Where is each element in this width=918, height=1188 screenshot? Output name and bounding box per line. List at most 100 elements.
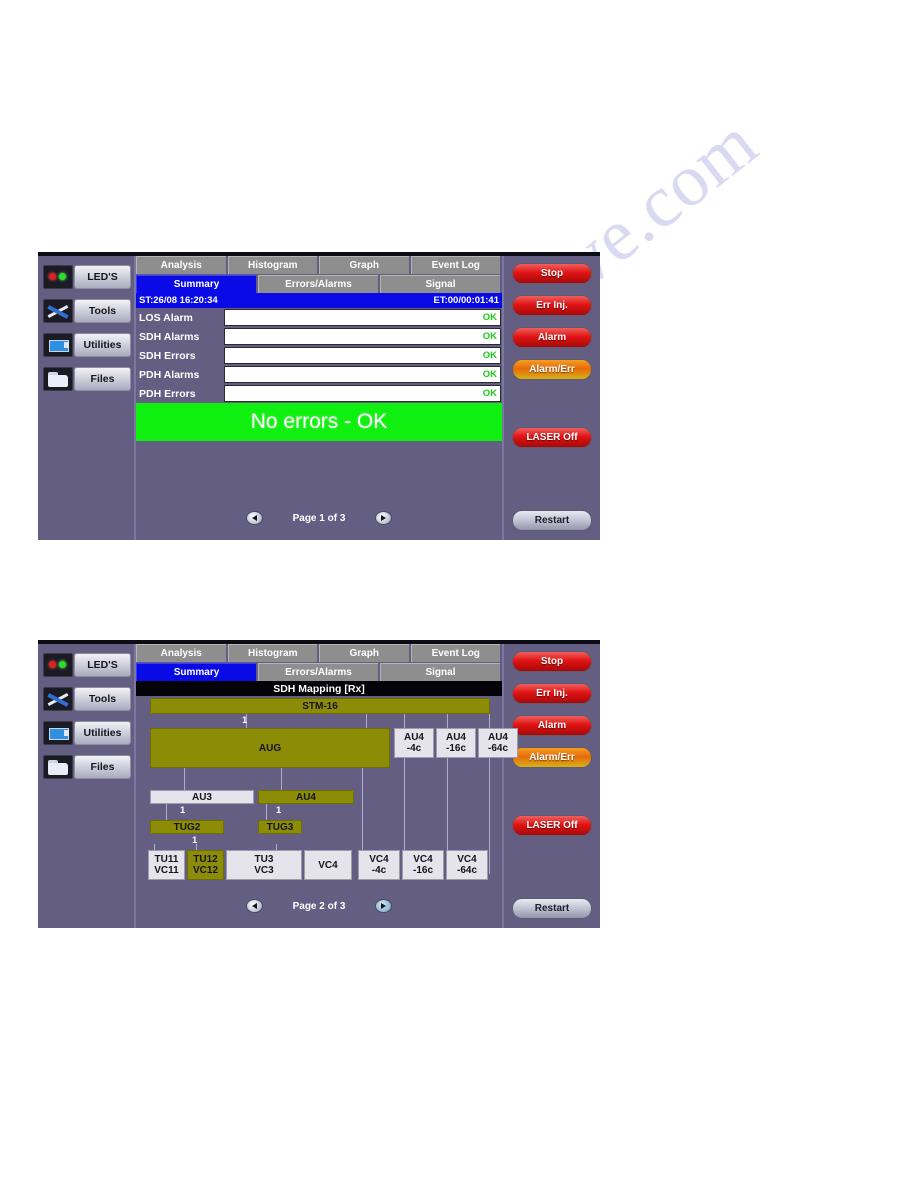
- tab-graph[interactable]: Graph: [319, 256, 409, 274]
- tab-histogram[interactable]: Histogram: [227, 644, 317, 662]
- status-badge: OK: [482, 350, 497, 361]
- prev-page-button[interactable]: [245, 899, 263, 913]
- main-content-page1: Analysis Histogram Graph Event Log Summa…: [136, 256, 502, 540]
- tab-analysis[interactable]: Analysis: [136, 644, 226, 662]
- tab-errors-alarms[interactable]: Errors/Alarms: [258, 275, 378, 293]
- err-inj-button[interactable]: Err Inj.: [512, 295, 592, 316]
- multiplier-label: 1: [180, 805, 186, 816]
- utilities-icon: [43, 721, 73, 745]
- sidebar-item-label: Utilities: [74, 333, 131, 357]
- table-row: PDH Alarms OK: [136, 365, 502, 384]
- mapping-block-stm[interactable]: STM-16: [150, 698, 490, 714]
- mapping-block-tug2[interactable]: TUG2: [150, 820, 224, 834]
- tab-summary[interactable]: Summary: [136, 275, 256, 293]
- multiplier-label: 1: [242, 715, 248, 726]
- mapping-block-tu11-vc11[interactable]: TU11 VC11: [148, 850, 185, 880]
- alarm-button[interactable]: Alarm: [512, 715, 592, 736]
- mapping-block-tu3-vc3[interactable]: TU3 VC3: [226, 850, 302, 880]
- folder-icon: [43, 367, 73, 391]
- mapping-block-au4-4c[interactable]: AU4 -4c: [394, 728, 434, 758]
- device-screenshot-page1: LED'S Tools Utilities Files Analysis His…: [38, 252, 600, 540]
- next-page-button[interactable]: [375, 899, 393, 913]
- table-row: SDH Alarms OK: [136, 327, 502, 346]
- overall-status-banner: No errors - OK: [136, 403, 502, 441]
- tab-summary[interactable]: Summary: [136, 663, 256, 681]
- sidebar-item-files[interactable]: Files: [43, 366, 131, 392]
- sidebar-item-label: Files: [74, 755, 131, 779]
- timing-status-bar: ST:26/08 16:20:34 ET:00/00:01:41: [136, 293, 502, 308]
- sidebar-item-label: Utilities: [74, 721, 131, 745]
- sidebar-item-tools[interactable]: Tools: [43, 298, 131, 324]
- restart-button[interactable]: Restart: [512, 898, 592, 919]
- action-button-panel-page1: Stop Err Inj. Alarm Alarm/Err LASER Off …: [502, 256, 600, 540]
- row-label: SDH Alarms: [139, 330, 200, 343]
- stop-button[interactable]: Stop: [512, 263, 592, 284]
- row-value-field[interactable]: OK: [224, 347, 501, 364]
- utilities-icon: [43, 333, 73, 357]
- mapping-block-aug[interactable]: AUG: [150, 728, 390, 768]
- mapping-block-tu12-vc12[interactable]: TU12 VC12: [187, 850, 224, 880]
- row-label: SDH Errors: [139, 349, 196, 362]
- row-value-field[interactable]: OK: [224, 366, 501, 383]
- alarm-err-button[interactable]: Alarm/Err: [512, 747, 592, 768]
- sidebar-item-tools[interactable]: Tools: [43, 686, 131, 712]
- tab-graph[interactable]: Graph: [319, 644, 409, 662]
- tab-event-log[interactable]: Event Log: [410, 644, 500, 662]
- sidebar-item-label: LED'S: [74, 265, 131, 289]
- tab-signal[interactable]: Signal: [380, 275, 500, 293]
- laser-off-button[interactable]: LASER Off: [512, 427, 592, 448]
- sidebar-item-files[interactable]: Files: [43, 754, 131, 780]
- elapsed-time: ET:00/00:01:41: [433, 295, 499, 306]
- table-row: SDH Errors OK: [136, 346, 502, 365]
- status-badge: OK: [482, 388, 497, 399]
- next-page-button[interactable]: [375, 511, 393, 525]
- alarm-err-button[interactable]: Alarm/Err: [512, 359, 592, 380]
- prev-page-button[interactable]: [245, 511, 263, 525]
- page-navigation-page1: Page 1 of 3: [136, 496, 502, 540]
- laser-off-button[interactable]: LASER Off: [512, 815, 592, 836]
- mapping-block-au3[interactable]: AU3: [150, 790, 254, 804]
- sdh-mapping-diagram: STM-16 1 AUG AU4 -4c AU4 -16c AU4 -64c A…: [136, 696, 518, 884]
- stop-button[interactable]: Stop: [512, 651, 592, 672]
- page-indicator: Page 2 of 3: [292, 900, 346, 912]
- led-indicator-icon: [43, 265, 73, 289]
- mapping-block-tug3[interactable]: TUG3: [258, 820, 302, 834]
- sidebar-item-label: Files: [74, 367, 131, 391]
- mapping-block-au4-16c[interactable]: AU4 -16c: [436, 728, 476, 758]
- sub-tab-row: Summary Errors/Alarms Signal: [136, 275, 502, 293]
- tools-icon: [43, 687, 73, 711]
- tab-errors-alarms[interactable]: Errors/Alarms: [258, 663, 378, 681]
- row-value-field[interactable]: OK: [224, 385, 501, 402]
- multiplier-label: 1: [192, 835, 198, 846]
- row-label: PDH Alarms: [139, 368, 200, 381]
- sidebar-item-utilities[interactable]: Utilities: [43, 332, 131, 358]
- page-indicator: Page 1 of 3: [292, 512, 346, 524]
- row-value-field[interactable]: OK: [224, 309, 501, 326]
- sidebar-panel1: LED'S Tools Utilities Files: [38, 256, 136, 540]
- main-content-page2: Analysis Histogram Graph Event Log Summa…: [136, 644, 518, 928]
- sidebar-item-leds[interactable]: LED'S: [43, 264, 131, 290]
- mapping-block-vc4-16c[interactable]: VC4 -16c: [402, 850, 444, 880]
- restart-button[interactable]: Restart: [512, 510, 592, 531]
- tab-histogram[interactable]: Histogram: [227, 256, 317, 274]
- sidebar-item-utilities[interactable]: Utilities: [43, 720, 131, 746]
- tab-event-log[interactable]: Event Log: [410, 256, 500, 274]
- mapping-block-vc4-4c[interactable]: VC4 -4c: [358, 850, 400, 880]
- mapping-block-au4-64c[interactable]: AU4 -64c: [478, 728, 518, 758]
- sidebar-item-leds[interactable]: LED'S: [43, 652, 131, 678]
- mapping-block-vc4-64c[interactable]: VC4 -64c: [446, 850, 488, 880]
- folder-icon: [43, 755, 73, 779]
- sidebar-item-label: Tools: [74, 687, 131, 711]
- err-inj-button[interactable]: Err Inj.: [512, 683, 592, 704]
- sidebar-item-label: Tools: [74, 299, 131, 323]
- mapping-block-vc4[interactable]: VC4: [304, 850, 352, 880]
- multiplier-label: 1: [276, 805, 282, 816]
- row-value-field[interactable]: OK: [224, 328, 501, 345]
- tab-analysis[interactable]: Analysis: [136, 256, 226, 274]
- alarm-button[interactable]: Alarm: [512, 327, 592, 348]
- mapping-block-au4[interactable]: AU4: [258, 790, 354, 804]
- row-label: PDH Errors: [139, 387, 196, 400]
- tab-signal[interactable]: Signal: [380, 663, 500, 681]
- mapping-title-bar: SDH Mapping [Rx]: [136, 681, 502, 696]
- sidebar-panel2: LED'S Tools Utilities Files: [38, 644, 136, 928]
